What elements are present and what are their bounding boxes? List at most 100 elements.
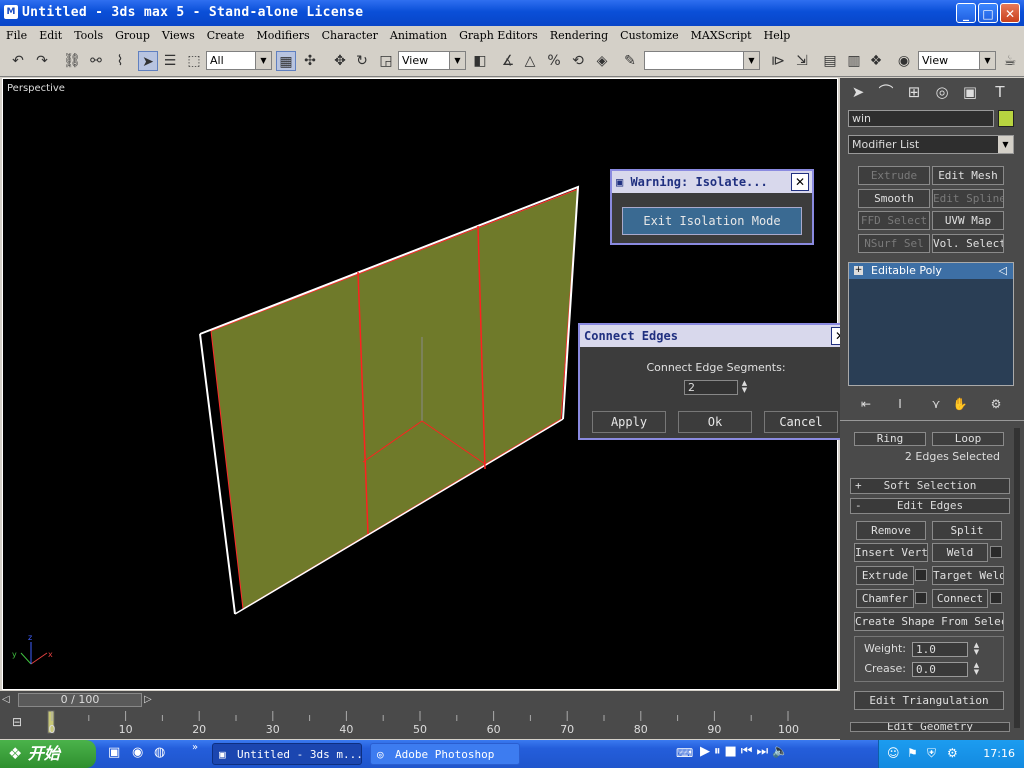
create-tab-icon[interactable]: ➤ — [846, 80, 870, 104]
hierarchy-tab-icon[interactable]: ⊞ — [902, 80, 926, 104]
track-bar[interactable]: ⊟ 0 10 20 30 40 50 60 70 80 90 100 — [0, 709, 840, 739]
segments-spinner-icon[interactable]: ▲ ▼ — [740, 380, 749, 395]
close-button[interactable]: ✕ — [1000, 3, 1020, 23]
move-icon[interactable]: ✥ — [330, 51, 350, 71]
selection-filter-dropdown[interactable]: All ▼ — [206, 51, 272, 70]
smooth-modifier-button[interactable]: Smooth — [858, 189, 930, 208]
extrude-button[interactable]: Extrude — [856, 566, 914, 585]
frame-counter[interactable]: 0 / 100 — [18, 693, 142, 707]
named-selection-dropdown[interactable]: ▼ — [644, 51, 760, 70]
minimize-button[interactable]: _ — [956, 3, 976, 23]
loop-button[interactable]: Loop — [932, 432, 1004, 446]
segments-input[interactable]: 2 — [684, 380, 738, 395]
select-manipulate-icon[interactable]: ✣ — [300, 51, 320, 71]
display-tab-icon[interactable]: ▣ — [958, 80, 982, 104]
object-color-swatch[interactable] — [998, 110, 1014, 127]
pivot-center-icon[interactable]: ◧ — [470, 51, 490, 71]
extrude-modifier-button[interactable]: Extrude — [858, 166, 930, 185]
expand-icon[interactable]: + — [854, 266, 863, 275]
render-scene-icon[interactable]: ◉ — [894, 51, 914, 71]
menu-tools[interactable]: Tools — [68, 26, 109, 42]
rotate-icon[interactable]: ↻ — [352, 51, 372, 71]
configure-sets-icon[interactable]: ⚙ — [984, 392, 1008, 416]
chevron-right-icon[interactable]: » — [192, 742, 198, 753]
volume-icon[interactable]: 🔈 — [772, 744, 792, 759]
chevron-left-icon[interactable]: ◁ — [2, 693, 14, 707]
make-unique-icon[interactable]: ⋎ — [924, 392, 948, 416]
media-player-icon[interactable]: ◉ — [132, 745, 143, 760]
qq-icon[interactable]: ☺ — [887, 746, 900, 760]
target-weld-button[interactable]: Target Weld — [932, 566, 1004, 585]
security-shield-icon[interactable]: ⛨ — [927, 746, 936, 761]
close-icon[interactable]: ✕ — [791, 173, 809, 191]
show-desktop-icon[interactable]: ▣ — [108, 745, 120, 760]
material-editor-icon[interactable]: ❖ — [866, 51, 886, 71]
angle-snap-icon[interactable]: △ — [520, 51, 540, 71]
remove-button[interactable]: Remove — [856, 521, 926, 540]
menu-animation[interactable]: Animation — [384, 26, 453, 42]
panel-scrollbar[interactable] — [1014, 428, 1020, 728]
edit-mesh-modifier-button[interactable]: Edit Mesh — [932, 166, 1004, 185]
rectangle-selection-icon[interactable]: ⬚ — [184, 51, 204, 71]
start-button[interactable]: ❖ 开始 — [0, 740, 96, 768]
modifier-list-dropdown[interactable]: Modifier List ▼ — [848, 135, 1014, 154]
edit-edges-rollout[interactable]: - Edit Edges — [850, 498, 1010, 514]
vol-select-modifier-button[interactable]: Vol. Select — [932, 234, 1004, 253]
motion-tab-icon[interactable]: ◎ — [930, 80, 954, 104]
window-plane[interactable] — [210, 188, 579, 610]
menu-file[interactable]: File — [0, 26, 33, 42]
pause-icon[interactable]: ⏸ — [714, 744, 725, 759]
menu-create[interactable]: Create — [201, 26, 251, 42]
select-object-icon[interactable]: ➤ — [138, 51, 158, 71]
taskbar-item-3ds-max[interactable]: ▣ Untitled - 3ds m... — [212, 743, 362, 765]
menu-character[interactable]: Character — [316, 26, 384, 42]
undo-icon[interactable]: ↶ — [8, 51, 28, 71]
modify-tab-icon[interactable]: ⌒ — [874, 80, 898, 104]
soft-selection-rollout[interactable]: + Soft Selection — [850, 478, 1010, 494]
apply-button[interactable]: Apply — [592, 411, 666, 433]
tray-app-icon[interactable]: ⚙ — [947, 746, 958, 760]
reference-coordinate-dropdown[interactable]: View ▼ — [398, 51, 466, 70]
ffd-select-modifier-button[interactable]: FFD Select — [858, 211, 930, 230]
weld-button[interactable]: Weld — [932, 543, 988, 562]
stop-icon[interactable]: ■ — [725, 744, 741, 759]
cancel-button[interactable]: Cancel — [764, 411, 838, 433]
weight-spinner[interactable]: 1.0 — [912, 642, 968, 657]
play-icon[interactable]: ▶ — [700, 744, 714, 759]
connect-button[interactable]: Connect — [932, 589, 988, 608]
app-icon[interactable]: M — [4, 5, 18, 19]
chamfer-button[interactable]: Chamfer — [856, 589, 914, 608]
named-selection-icon[interactable]: ✎ — [620, 51, 640, 71]
menu-customize[interactable]: Customize — [614, 26, 684, 42]
track-view-icon[interactable]: ▤ — [820, 51, 840, 71]
split-button[interactable]: Split — [932, 521, 1002, 540]
window-crossing-icon[interactable]: ▦ — [276, 51, 296, 71]
chamfer-settings-icon[interactable] — [915, 592, 927, 604]
insert-vertex-button[interactable]: Insert Vertex — [854, 543, 928, 562]
schematic-view-icon[interactable]: ▥ — [844, 51, 864, 71]
edit-spline-modifier-button[interactable]: Edit Spline — [932, 189, 1004, 208]
object-name-input[interactable]: win — [848, 110, 994, 127]
align-icon[interactable]: ⇲ — [792, 51, 812, 71]
weight-spinner-arrows-icon[interactable]: ▲ ▼ — [972, 642, 981, 657]
keyboard-icon[interactable]: ⌨ — [676, 746, 693, 760]
network-icon[interactable]: ⚑ — [907, 746, 918, 760]
create-shape-from-selection-button[interactable]: Create Shape From Selection — [854, 612, 1004, 631]
scale-icon[interactable]: ◲ — [376, 51, 396, 71]
taskbar-item-photoshop[interactable]: ◎ Adobe Photoshop — [370, 743, 520, 765]
next-icon[interactable]: ⏭ — [757, 744, 773, 759]
chevron-right-icon[interactable]: ▷ — [144, 693, 156, 707]
previous-icon[interactable]: ⏮ — [741, 744, 757, 759]
edit-triangulation-button[interactable]: Edit Triangulation — [854, 691, 1004, 710]
utilities-tab-icon[interactable]: T — [988, 80, 1012, 104]
bind-space-warp-icon[interactable]: ⌇ — [110, 51, 130, 71]
menu-maxscript[interactable]: MAXScript — [685, 26, 758, 42]
extrude-settings-icon[interactable] — [915, 569, 927, 581]
menu-group[interactable]: Group — [109, 26, 156, 42]
quick-render-icon[interactable]: ☕ — [1000, 51, 1020, 71]
snap-toggle-icon[interactable]: ∡ — [498, 51, 518, 71]
menu-help[interactable]: Help — [758, 26, 797, 42]
redo-icon[interactable]: ↷ — [32, 51, 52, 71]
stack-item-editable-poly[interactable]: + Editable Poly ◁ — [849, 263, 1013, 279]
weld-settings-icon[interactable] — [990, 546, 1002, 558]
